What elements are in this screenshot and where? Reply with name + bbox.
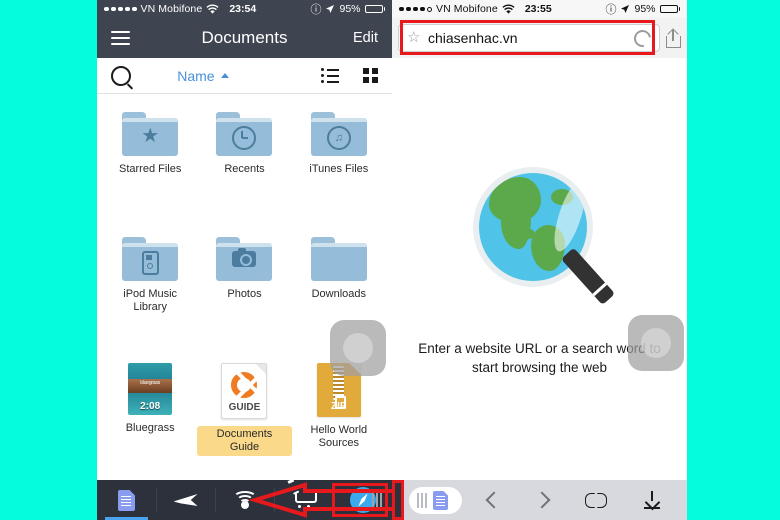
empty-state-text: Enter a website URL or a search word to … — [418, 341, 661, 375]
file-label: Photos — [227, 288, 262, 301]
edit-button[interactable]: Edit — [353, 30, 378, 46]
list-item[interactable]: ♫ iTunes Files — [292, 104, 386, 229]
assistive-touch-inner-circle — [343, 333, 373, 363]
paper-plane-icon — [173, 494, 198, 506]
url-text: chiasenhac.vn — [428, 30, 518, 46]
wifi-icon — [206, 3, 219, 14]
battery-icon — [364, 4, 385, 14]
folder-camera-icon — [216, 237, 273, 282]
list-item[interactable]: iPod Music Library — [103, 229, 197, 354]
sort-label: Name — [177, 67, 215, 84]
share-upload-icon[interactable] — [666, 29, 681, 48]
download-icon[interactable] — [643, 491, 661, 511]
sidebar-item-store[interactable] — [274, 480, 333, 520]
clock-label: 23:55 — [524, 3, 552, 15]
chevron-up-icon — [220, 73, 229, 78]
list-view-icon[interactable] — [320, 68, 339, 83]
folder-plain-icon — [310, 237, 367, 282]
assistive-touch-button[interactable] — [628, 315, 684, 371]
file-type-badge: ZIP — [331, 400, 347, 412]
wifi-radar-icon — [232, 491, 257, 509]
file-type-badge: GUIDE — [228, 401, 261, 413]
folder-music-note-icon: ♫ — [310, 112, 367, 156]
left-phone-screen: VN Mobifone 23:54 ⓘ 95% Documents Edit N… — [97, 0, 392, 520]
chevron-left-icon[interactable] — [485, 491, 503, 509]
chevron-right-icon[interactable] — [533, 491, 551, 509]
browser-toolbar: ☆ chiasenhac.vn — [392, 18, 687, 58]
at-sign-icon: ⓘ — [310, 4, 322, 16]
loading-spinner-icon — [630, 26, 655, 50]
document-icon — [118, 489, 135, 511]
book-icon[interactable] — [584, 492, 607, 508]
carrier-label: VN Mobifone — [436, 3, 498, 15]
sidebar-item-network[interactable] — [215, 480, 274, 520]
file-label: Hello World Sources — [310, 423, 368, 449]
list-item[interactable]: bluegrass 2:08 Bluegrass — [103, 355, 197, 480]
list-item[interactable]: GUIDE Documents Guide — [197, 355, 292, 480]
tab-bar-edge-highlight — [392, 480, 404, 520]
location-arrow-icon — [621, 5, 630, 13]
documents-tab-pill[interactable] — [409, 486, 462, 514]
clock-label: 23:54 — [229, 3, 257, 15]
browser-tab-highlight — [332, 483, 388, 517]
assistive-touch-inner-circle — [641, 328, 671, 358]
screenshot-stage: VN Mobifone 23:54 ⓘ 95% Documents Edit N… — [0, 0, 780, 520]
list-item[interactable]: Recents — [197, 104, 291, 229]
file-label: Recents — [224, 163, 265, 175]
at-sign-icon: ⓘ — [605, 4, 617, 16]
battery-percent-label: 95% — [339, 3, 361, 15]
carrier-label: VN Mobifone — [140, 3, 203, 15]
sort-toolbar: Name — [97, 58, 392, 94]
file-label: iPod Music Library — [123, 288, 178, 314]
browser-empty-state: Enter a website URL or a search word to … — [392, 58, 687, 480]
left-nav-bar: Documents Edit — [97, 18, 392, 58]
grid-view-icon[interactable] — [362, 68, 378, 83]
signal-strength-icon — [104, 6, 137, 12]
hamburger-menu-icon[interactable] — [111, 31, 130, 45]
file-label: Documents Guide — [197, 425, 292, 456]
sort-by-name-button[interactable]: Name — [177, 67, 229, 84]
folder-clock-icon — [216, 112, 273, 156]
list-item[interactable]: ★ Starred Files — [103, 104, 197, 229]
battery-percent-label: 95% — [634, 3, 656, 15]
folder-ipod-icon — [122, 237, 179, 282]
star-outline-icon[interactable]: ☆ — [407, 30, 421, 45]
duration-badge: 2:08 — [140, 400, 161, 412]
shopping-cart-icon — [292, 489, 317, 508]
sidebar-item-documents[interactable] — [97, 480, 156, 520]
file-label: iTunes Files — [309, 163, 369, 175]
location-arrow-icon — [326, 5, 335, 13]
list-item[interactable]: Photos — [197, 229, 291, 354]
wifi-icon — [502, 3, 515, 14]
right-phone-screen: VN Mobifone 23:55 ⓘ 95% ☆ chiasenhac.vn … — [392, 0, 687, 520]
left-tab-bar — [97, 480, 392, 520]
browser-bottom-bar — [392, 480, 687, 520]
document-icon — [433, 490, 448, 510]
file-label: Bluegrass — [125, 421, 175, 434]
left-status-bar: VN Mobifone 23:54 ⓘ 95% — [97, 0, 392, 18]
audio-thumbnail: bluegrass 2:08 — [128, 362, 173, 415]
globe-magnifier-icon — [465, 161, 615, 321]
folder-star-icon: ★ — [122, 112, 179, 156]
sidebar-item-connections[interactable] — [156, 480, 215, 520]
battery-icon — [659, 4, 680, 14]
assistive-touch-button[interactable] — [330, 320, 386, 376]
url-input[interactable]: ☆ chiasenhac.vn — [398, 24, 660, 52]
signal-strength-icon — [399, 6, 432, 12]
page-title: Documents — [201, 28, 288, 47]
drag-handle-icon — [417, 492, 427, 508]
file-grid: ★ Starred Files Recents ♫ iTunes Files i… — [97, 94, 392, 480]
search-icon[interactable] — [111, 65, 131, 86]
guide-document-icon: GUIDE — [221, 362, 268, 419]
file-label: Downloads — [311, 288, 367, 301]
file-label: Starred Files — [118, 163, 182, 175]
right-status-bar: VN Mobifone 23:55 ⓘ 95% — [392, 0, 687, 18]
